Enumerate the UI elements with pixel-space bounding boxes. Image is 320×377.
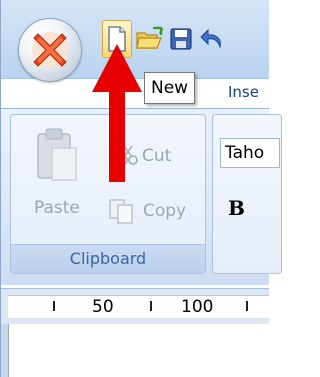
- cut-button[interactable]: Cut: [142, 146, 171, 166]
- ruler-scale: [8, 295, 269, 318]
- copy-icon: [108, 198, 136, 228]
- bold-button[interactable]: B: [228, 196, 245, 220]
- paste-button[interactable]: [32, 126, 82, 188]
- ruler-tick: [150, 301, 152, 311]
- save-button[interactable]: [166, 20, 196, 58]
- copy-button[interactable]: Copy: [143, 201, 186, 221]
- office-logo-icon: [32, 32, 68, 68]
- save-icon: [170, 28, 192, 50]
- undo-button[interactable]: [198, 20, 228, 58]
- red-arrow-icon: [92, 44, 142, 188]
- office-button[interactable]: [18, 18, 82, 82]
- clipboard-group-label: Clipboard: [11, 244, 205, 273]
- ruler-tick: [53, 301, 55, 311]
- new-tooltip: New: [144, 72, 196, 104]
- ruler-label-50: 50: [92, 297, 114, 317]
- undo-icon: [200, 28, 221, 49]
- tab-insert[interactable]: Inse: [228, 83, 259, 101]
- paste-label: Paste: [34, 198, 80, 218]
- paste-icon: [37, 128, 77, 181]
- ruler-tick: [246, 301, 248, 311]
- document-page[interactable]: [8, 324, 270, 377]
- ruler-label-100: 100: [181, 297, 214, 317]
- font-name-field[interactable]: Taho: [220, 138, 280, 168]
- word-window: Inse Clipboard Paste Cut Copy Taho B 50: [0, 0, 282, 377]
